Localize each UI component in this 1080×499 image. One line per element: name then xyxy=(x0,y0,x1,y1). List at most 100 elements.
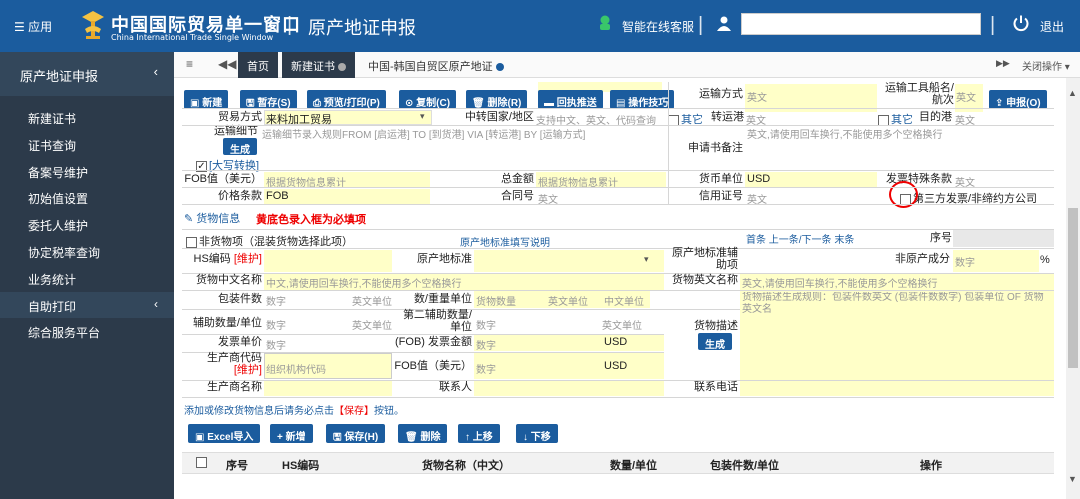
hs-code-field[interactable] xyxy=(264,250,392,272)
tab-bar: ≡ ◀◀ 首页 新建证书 中国-韩国自贸区原产地证 ▶▶ 关闭操作 ▾ xyxy=(174,52,1080,78)
menu-toggle-icon[interactable]: ≡ xyxy=(186,57,193,71)
invoice-price-label: 发票单价 xyxy=(218,336,262,348)
select-all-checkbox[interactable] xyxy=(196,457,207,468)
tab-scroll-left-icon[interactable]: ◀◀ xyxy=(218,57,236,71)
cert-form: ▣ 新建 🖫 暂存(S) ⎙ 预览/打印(P) ⊙ 复制(C) 🗑 删除(R) … xyxy=(174,78,1066,499)
exit-link[interactable]: 退出 xyxy=(1040,18,1064,35)
checkbox-box[interactable] xyxy=(878,114,889,126)
tab-new-cert[interactable]: 新建证书 xyxy=(282,52,355,78)
fob-currency: USD xyxy=(604,360,628,372)
top-header: ☰ 应用 中国国际贸易单一窗口 China International Trad… xyxy=(0,0,1080,52)
button-label: Excel导入 xyxy=(207,432,254,443)
vertical-scrollbar[interactable]: ▲ ▼ xyxy=(1066,78,1080,499)
tab-scroll-right-icon[interactable]: ▶▶ xyxy=(996,58,1010,69)
close-icon[interactable] xyxy=(495,63,504,72)
save-goods-button[interactable]: 🖫 保存(H) xyxy=(326,424,386,443)
copy-button[interactable]: ⊙ 复制(C) xyxy=(399,90,457,109)
new-button[interactable]: ▣ 新建 xyxy=(184,90,229,109)
pkg-count-label: 包装件数 xyxy=(218,293,262,305)
checkbox-box[interactable] xyxy=(668,114,679,126)
sidebar-item-client-maintain[interactable]: 委托人维护 xyxy=(0,211,174,238)
trade-mode-label: 贸易方式 xyxy=(218,111,262,123)
price-term-label: 价格条款 xyxy=(218,190,262,202)
sidebar-item-self-print[interactable]: 自助打印 ‹ xyxy=(0,291,174,319)
tips-button[interactable]: ▤ 操作技巧 xyxy=(610,90,675,109)
button-label: 下移 xyxy=(530,432,551,443)
phone-field[interactable] xyxy=(740,381,1054,396)
close-ops-menu[interactable]: 关闭操作 ▾ xyxy=(1022,58,1070,73)
online-service-link[interactable]: 智能在线客服 xyxy=(622,18,694,35)
header-separator: | xyxy=(287,14,293,36)
submit-button[interactable]: ⇪ 申报(O) xyxy=(989,90,1047,109)
non-goods-checkbox[interactable]: 非货物项（混装货物选择此项） xyxy=(186,233,353,249)
save-reminder-suffix: 按钮。 xyxy=(374,406,404,417)
page-title: 原产地证申报 xyxy=(308,18,416,38)
invoice-special-label: 发票特殊条款 xyxy=(886,173,952,185)
percent-sign: % xyxy=(1040,254,1050,266)
move-down-button[interactable]: ↓ 下移 xyxy=(516,424,558,443)
origin-std-select[interactable] xyxy=(474,250,664,272)
price-term-field[interactable] xyxy=(264,189,430,204)
service-robot-icon[interactable] xyxy=(598,15,612,31)
divider xyxy=(668,82,669,204)
aux-qty-placeholder: 数字 xyxy=(266,321,286,332)
button-label: 新增 xyxy=(285,432,306,443)
sidebar-item-new-cert[interactable]: 新建证书 xyxy=(0,104,174,131)
sidebar-header[interactable]: 原产地证申报 ‹ xyxy=(0,52,174,96)
sidebar-item-record-maintain[interactable]: 备案号维护 xyxy=(0,158,174,185)
sidebar-item-tariff-query[interactable]: 协定税率查询 xyxy=(0,238,174,265)
sidebar-item-initial-settings[interactable]: 初始值设置 xyxy=(0,184,174,211)
checkbox-box[interactable] xyxy=(186,236,197,248)
transport-mode-placeholder: 英文 xyxy=(747,93,767,104)
app-menu-button[interactable]: ☰ 应用 xyxy=(14,18,52,35)
sidebar-item-statistics[interactable]: 业务统计 xyxy=(0,265,174,292)
close-icon[interactable] xyxy=(338,63,346,72)
col-hs-code: HS编码 xyxy=(282,460,320,472)
fob-usd-field[interactable] xyxy=(474,353,664,379)
add-goods-button[interactable]: + 新增 xyxy=(270,424,313,443)
manufacturer-maintain-link[interactable]: [维护] xyxy=(234,364,262,376)
en-name-label: 货物英文名称 xyxy=(672,274,738,286)
seq-label: 序号 xyxy=(930,232,952,244)
tab-label: 中国-韩国自贸区原产地证 xyxy=(368,61,493,73)
checkbox-label: 非货物项（混装货物选择此项） xyxy=(199,236,353,248)
tab-china-korea-cert[interactable]: 中国-韩国自贸区原产地证 xyxy=(359,52,513,78)
generate-description-button[interactable]: 生成 xyxy=(698,333,732,351)
aux-unit-placeholder: 英文单位 xyxy=(352,321,392,332)
transit-country-label: 中转国家/地区 xyxy=(464,111,534,123)
user-icon[interactable] xyxy=(716,15,732,31)
sidebar: 原产地证申报 ‹ 新建证书 证书查询 备案号维护 初始值设置 委托人维护 协定税… xyxy=(0,52,174,499)
dest-port-label: 目的港 xyxy=(919,111,952,123)
origin-std-guide-link[interactable]: 原产地标准填写说明 xyxy=(460,234,550,249)
power-icon[interactable] xyxy=(1012,14,1030,32)
contact-field[interactable] xyxy=(474,381,664,396)
user-name-field[interactable] xyxy=(741,13,981,35)
invoice-amount-field[interactable] xyxy=(474,335,664,351)
manufacturer-name-field[interactable] xyxy=(264,381,392,396)
button-label: 保存(H) xyxy=(344,432,379,443)
hs-maintain-link[interactable]: [维护] xyxy=(234,253,262,265)
en-name-placeholder: 英文,请使用回车换行,不能使用多个空格换行 xyxy=(742,279,938,290)
preview-print-button[interactable]: ⎙ 预览/打印(P) xyxy=(307,90,386,109)
scroll-down-icon[interactable]: ▼ xyxy=(1068,474,1077,484)
divider xyxy=(182,397,1054,398)
hs-code-text: HS编码 xyxy=(193,253,231,265)
sidebar-item-service-platform[interactable]: 综合服务平台 xyxy=(0,318,174,345)
divider xyxy=(182,170,1054,171)
chevron-left-icon[interactable]: ‹ xyxy=(154,64,158,79)
price-term-value: FOB xyxy=(266,190,289,202)
receipt-push-button[interactable]: ▬ 回执推送 xyxy=(538,90,603,109)
generate-detail-button[interactable]: 生成 xyxy=(223,138,257,156)
scroll-up-icon[interactable]: ▲ xyxy=(1068,88,1077,98)
save-draft-button[interactable]: 🖫 暂存(S) xyxy=(240,90,297,109)
record-nav[interactable]: 首条 上一条/下一条 末条 xyxy=(746,231,854,246)
delete-button[interactable]: 🗑 删除(R) xyxy=(466,90,528,109)
scroll-thumb[interactable] xyxy=(1068,208,1078,368)
chevron-left-icon: ‹ xyxy=(154,296,158,311)
delete-goods-button[interactable]: 🗑 删除 xyxy=(398,424,448,443)
tab-home[interactable]: 首页 xyxy=(238,52,278,78)
move-up-button[interactable]: ↑ 上移 xyxy=(458,424,500,443)
divider xyxy=(182,108,1054,109)
excel-import-button[interactable]: ▣ Excel导入 xyxy=(188,424,261,443)
sidebar-item-cert-query[interactable]: 证书查询 xyxy=(0,131,174,158)
